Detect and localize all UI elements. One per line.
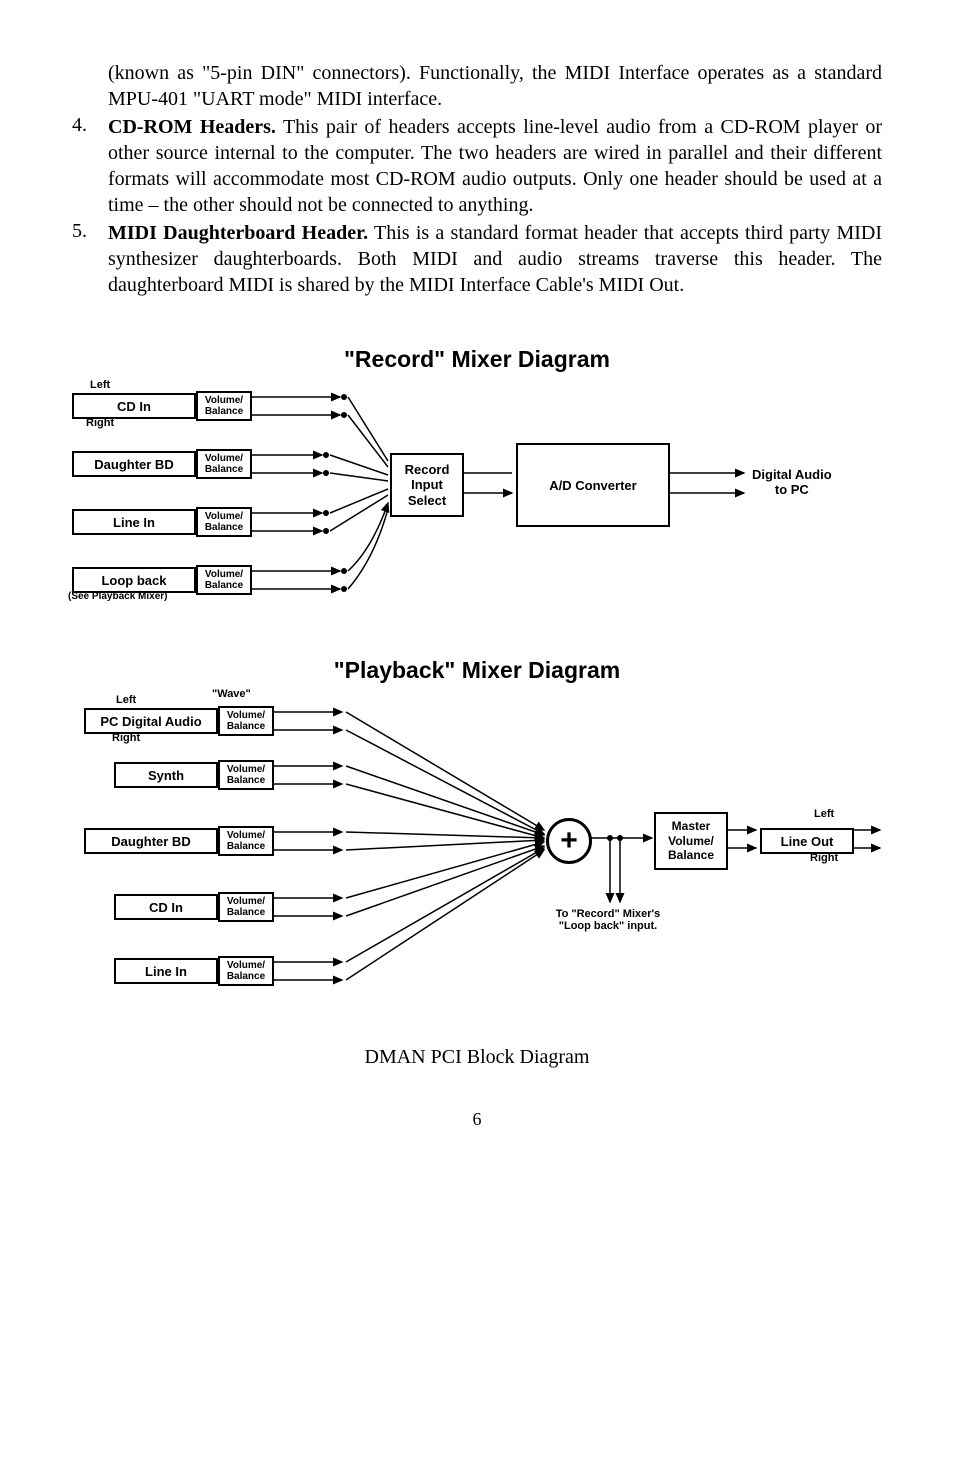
record-diagram-title: "Record" Mixer Diagram xyxy=(72,346,882,373)
record-diagram: Left CD In Right Volume/ Balance Daughte… xyxy=(72,379,882,639)
playback-diagram-title: "Playback" Mixer Diagram xyxy=(72,657,882,684)
diagram-caption: DMAN PCI Block Diagram xyxy=(72,1046,882,1069)
list-item-4: 4. CD-ROM Headers. This pair of headers … xyxy=(72,114,882,218)
list-item-5: 5. MIDI Daughterboard Header. This is a … xyxy=(72,220,882,298)
page-number: 6 xyxy=(72,1109,882,1130)
list-number-5: 5. xyxy=(72,220,108,298)
playback-diagram-lines xyxy=(72,690,882,1030)
playback-diagram: "Wave" Left PC Digital Audio Right Volum… xyxy=(72,690,882,1030)
item5-title: MIDI Daughterboard Header. xyxy=(108,222,368,244)
record-diagram-lines xyxy=(72,379,882,639)
list-number-4: 4. xyxy=(72,114,108,218)
intro-paragraph: (known as "5-pin DIN" connectors). Funct… xyxy=(108,60,882,112)
item4-title: CD-ROM Headers. xyxy=(108,116,276,138)
